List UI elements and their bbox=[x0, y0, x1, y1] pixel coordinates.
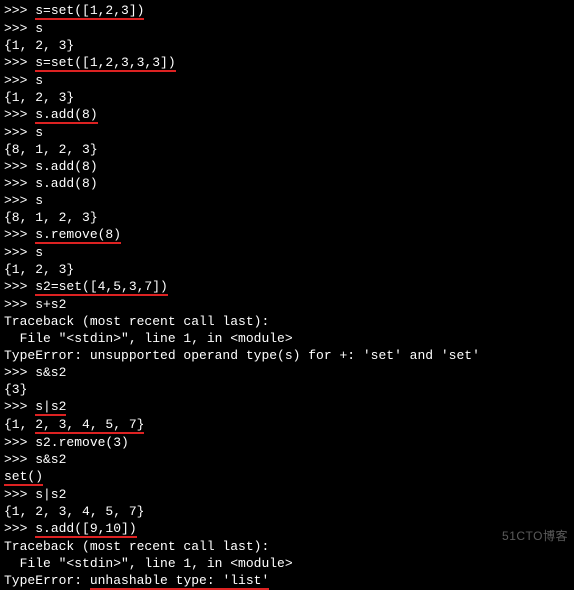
repl-line: >>> s bbox=[4, 244, 570, 261]
error-line: TypeError: unsupported operand type(s) f… bbox=[4, 347, 570, 364]
code-underlined: s.remove(8) bbox=[35, 228, 121, 244]
error-underlined: unhashable type: 'list' bbox=[90, 574, 269, 590]
repl-line: >>> s&s2 bbox=[4, 451, 570, 468]
code-underlined: s|s2 bbox=[35, 400, 66, 416]
code-underlined: s=set([1,2,3,3,3]) bbox=[35, 56, 175, 72]
repl-line: >>> s.remove(8) bbox=[4, 226, 570, 244]
repl-line: >>> s bbox=[4, 72, 570, 89]
repl-line: >>> s|s2 bbox=[4, 486, 570, 503]
output-underlined: set() bbox=[4, 470, 43, 486]
repl-line: >>> s=set([1,2,3,3,3]) bbox=[4, 54, 570, 72]
repl-line: >>> s.add([9,10]) bbox=[4, 520, 570, 538]
repl-line: >>> s=set([1,2,3]) bbox=[4, 2, 570, 20]
watermark: 51CTO博客 bbox=[502, 528, 568, 545]
code-underlined: s=set([1,2,3]) bbox=[35, 4, 144, 20]
output-underlined: 2, 3, 4, 5, 7} bbox=[35, 418, 144, 434]
repl-output: {1, 2, 3} bbox=[4, 89, 570, 106]
code-underlined: s2=set([4,5,3,7]) bbox=[35, 280, 168, 296]
repl-line: >>> s&s2 bbox=[4, 364, 570, 381]
traceback-line: Traceback (most recent call last): bbox=[4, 313, 570, 330]
repl-line: >>> s.add(8) bbox=[4, 158, 570, 175]
error-line: TypeError: unhashable type: 'list' bbox=[4, 572, 570, 590]
code-underlined: s.add(8) bbox=[35, 108, 97, 124]
repl-line: >>> s|s2 bbox=[4, 398, 570, 416]
repl-output: {1, 2, 3, 4, 5, 7} bbox=[4, 416, 570, 434]
repl-line: >>> s+s2 bbox=[4, 296, 570, 313]
repl-output: set() bbox=[4, 468, 570, 486]
repl-output: {1, 2, 3} bbox=[4, 261, 570, 278]
repl-line: >>> s bbox=[4, 124, 570, 141]
repl-line: >>> s bbox=[4, 20, 570, 37]
traceback-line: File "<stdin>", line 1, in <module> bbox=[4, 555, 570, 572]
repl-output: {8, 1, 2, 3} bbox=[4, 209, 570, 226]
traceback-line: File "<stdin>", line 1, in <module> bbox=[4, 330, 570, 347]
repl-output: {8, 1, 2, 3} bbox=[4, 141, 570, 158]
repl-output: {3} bbox=[4, 381, 570, 398]
traceback-line: Traceback (most recent call last): bbox=[4, 538, 570, 555]
error-type: TypeError: bbox=[4, 573, 90, 588]
terminal[interactable]: >>> s=set([1,2,3]) >>> s {1, 2, 3} >>> s… bbox=[4, 2, 570, 590]
repl-line: >>> s2.remove(3) bbox=[4, 434, 570, 451]
code-underlined: s.add([9,10]) bbox=[35, 522, 136, 538]
repl-line: >>> s.add(8) bbox=[4, 175, 570, 192]
repl-line: >>> s2=set([4,5,3,7]) bbox=[4, 278, 570, 296]
repl-line: >>> s.add(8) bbox=[4, 106, 570, 124]
repl-output: {1, 2, 3, 4, 5, 7} bbox=[4, 503, 570, 520]
repl-output: {1, 2, 3} bbox=[4, 37, 570, 54]
repl-line: >>> s bbox=[4, 192, 570, 209]
